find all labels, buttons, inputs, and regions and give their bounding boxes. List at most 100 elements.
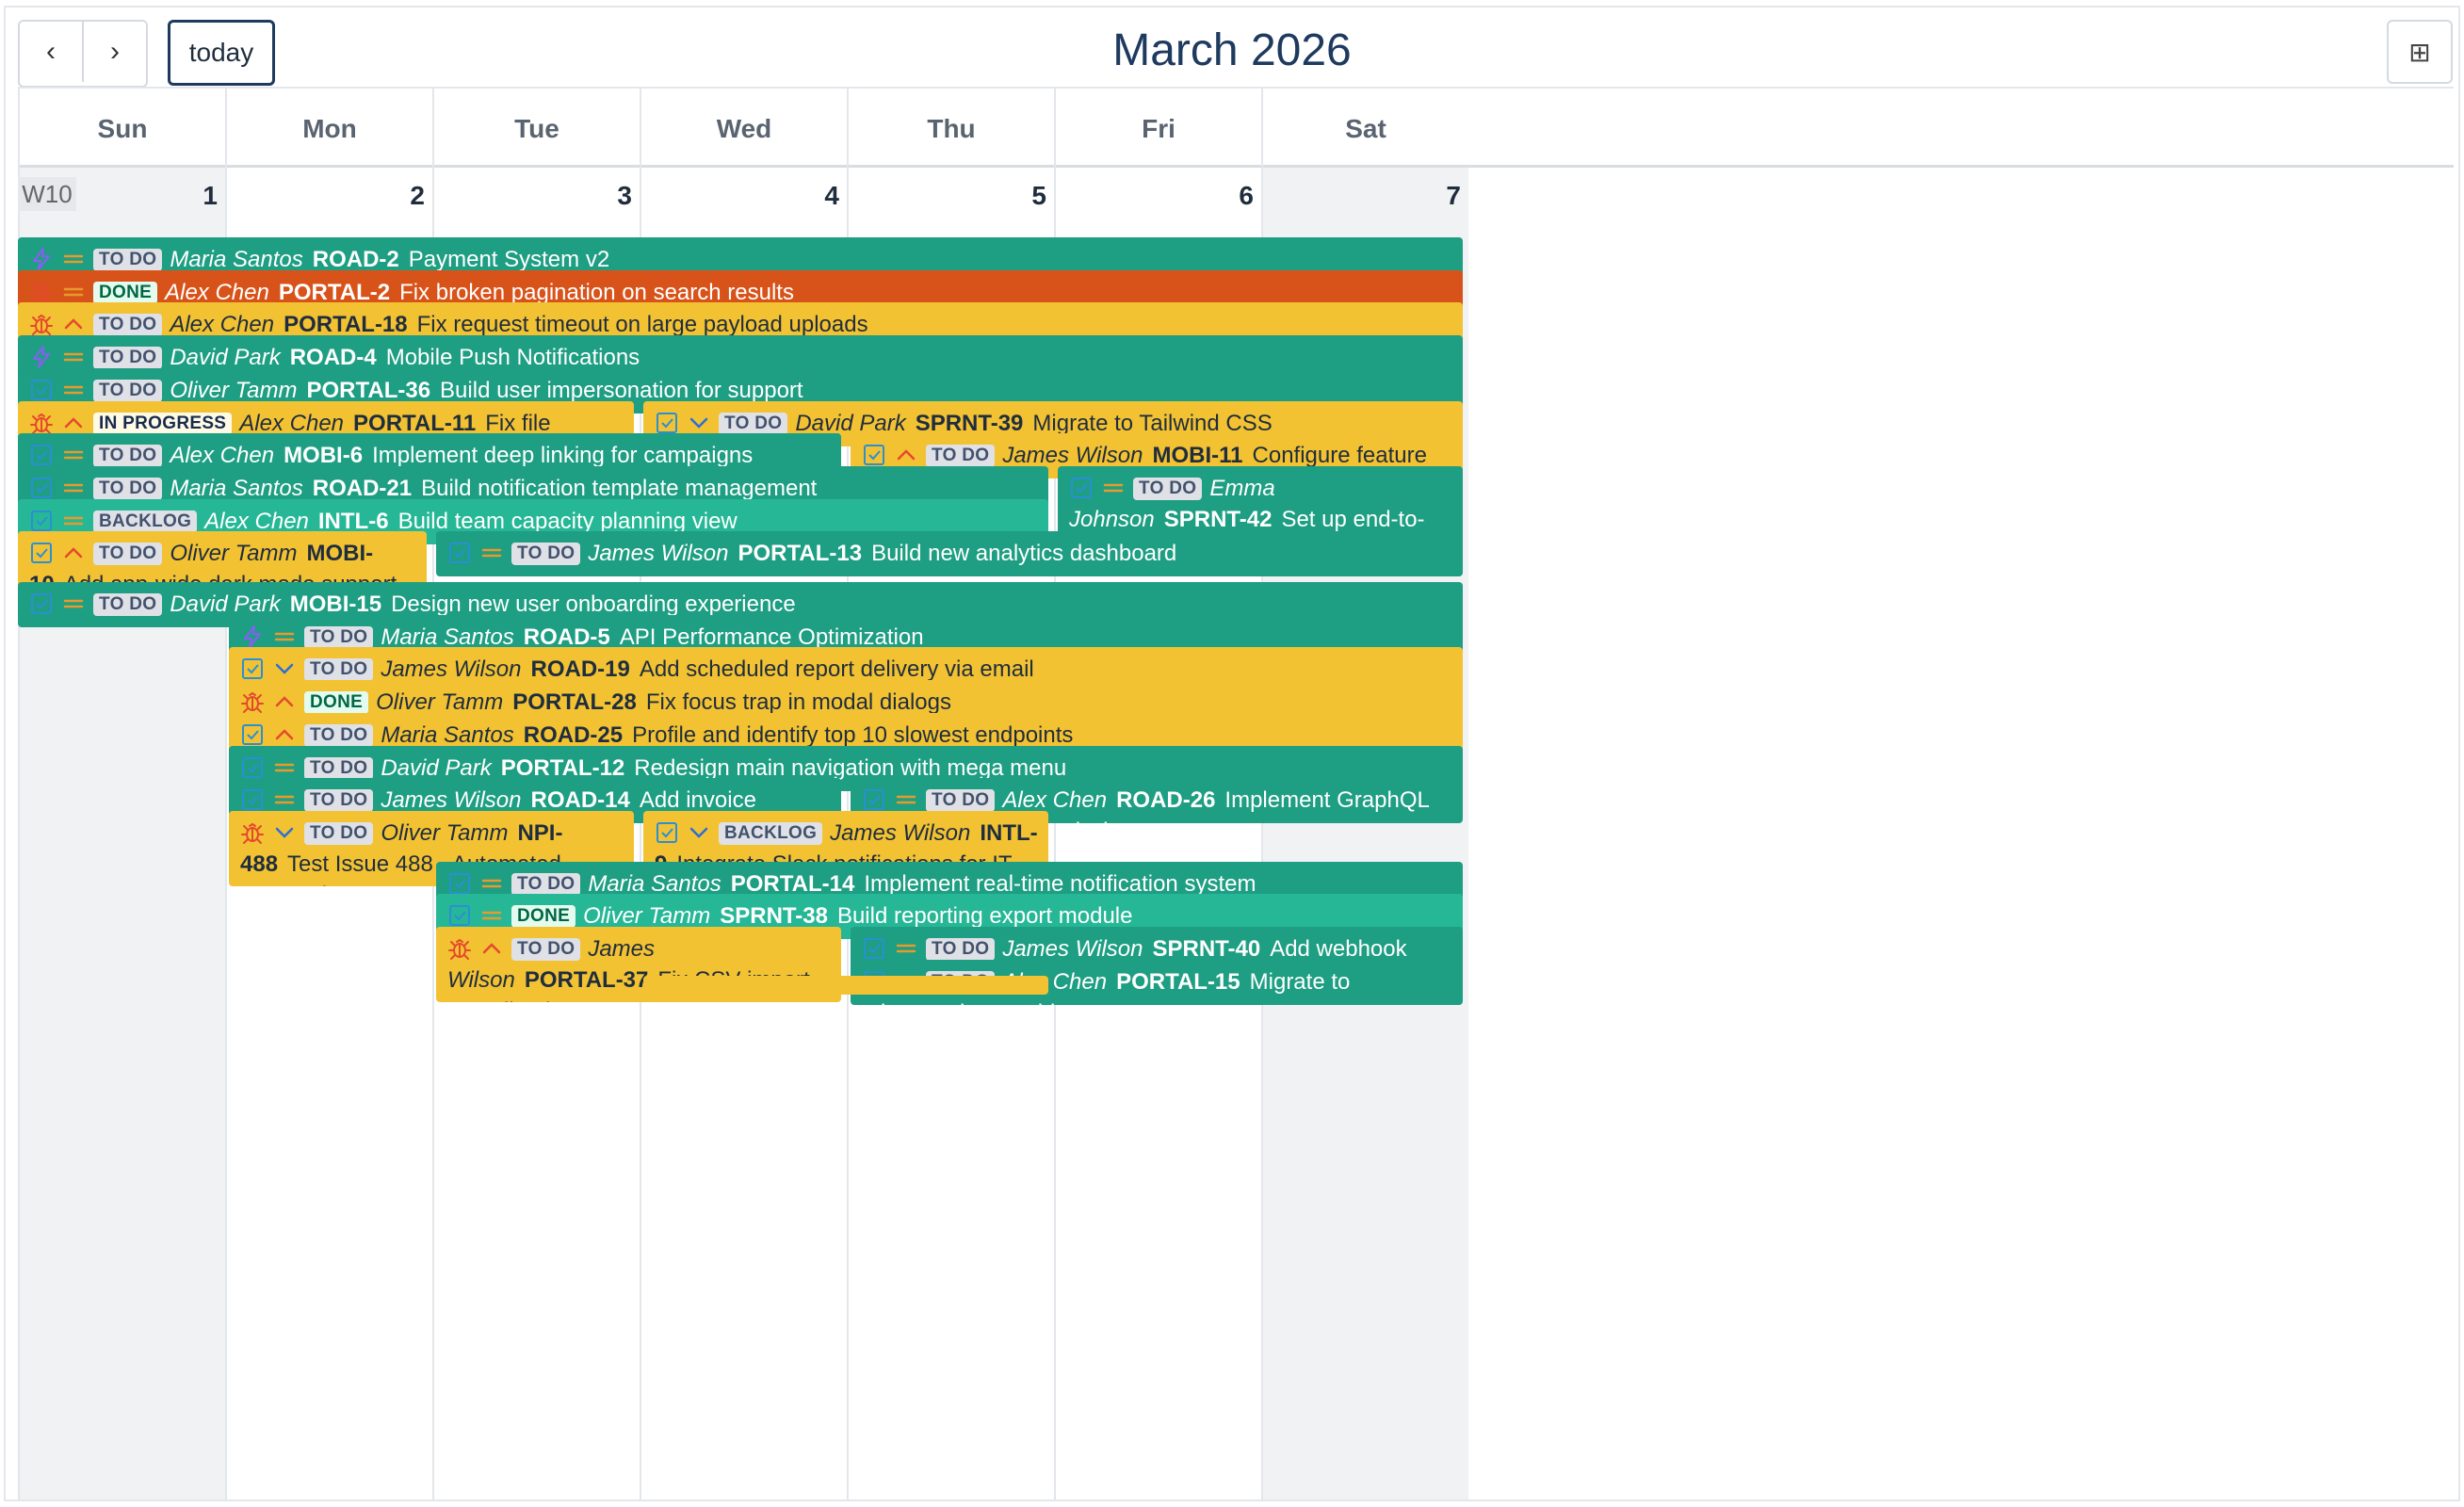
issue-key: ROAD-26 [1116,787,1216,814]
weekday-fri: Fri [1054,89,1261,170]
priority-medium-icon [274,763,295,771]
calendar-event[interactable]: TO DO James Wilson PORTAL-13 Build new anal… [436,531,1463,577]
priority-low-icon [689,417,708,429]
calendar-event[interactable] [643,976,1048,996]
priority-high-icon [275,729,294,740]
issue-summary: Fix broken pagination on search results [399,279,794,305]
issue-key: INTL-6 [317,508,389,534]
calendar-title: March 2026 [1112,25,1352,75]
weekday-sun: Sun [18,89,225,170]
task-icon [864,445,884,466]
issue-key: SPRNT-40 [1152,936,1261,963]
assignee-name: Oliver Tamm [583,903,711,930]
task-icon [31,510,52,531]
issue-summary: Fix request timeout on large payload upl… [416,312,868,338]
priority-medium-icon [1103,483,1124,493]
issue-key: MOBI-11 [1152,443,1243,469]
task-icon [864,789,884,811]
assignee-name: David Park [170,345,281,371]
week-grid: Sun Mon Tue Wed Thu Fri Sat W10 1 2 3 4 5 6 7 TO DO Ma… [18,87,2454,1499]
issue-summary: Mobile Push Notifications [385,345,640,371]
issue-key: PORTAL-28 [512,689,637,716]
day-number[interactable]: 2 [225,181,425,211]
status-badge: DONE [304,691,369,715]
grid-icon[interactable]: ⊞ [2387,20,2453,84]
issue-key: PORTAL-36 [306,377,431,403]
priority-medium-icon [63,516,84,525]
assignee-name: Alex Chen [239,410,345,436]
issue-summary: Migrate to Tailwind CSS [1032,410,1273,436]
priority-medium-icon [274,632,295,641]
assignee-name: Maria Santos [588,870,721,897]
assignee-name: Alex Chen [170,443,275,469]
status-badge: TO DO [93,379,163,402]
day-number[interactable]: 1 [18,181,218,211]
task-icon [242,658,263,680]
priority-medium-icon [481,549,502,558]
priority-high-icon [897,449,916,461]
day-number[interactable]: 3 [432,181,632,211]
issue-summary: Implement real-time notification system [864,870,1256,897]
assignee-name: Maria Santos [170,475,303,501]
issue-key: SPRNT-39 [915,410,1024,436]
assignee-name: Alex Chen [165,279,269,305]
assignee-name: Maria Santos [170,247,303,272]
issue-key: PORTAL-2 [278,279,391,305]
issue-key: PORTAL-12 [500,754,625,781]
issue-summary: Payment System v2 [408,247,610,272]
day-number[interactable]: 7 [1261,181,1461,211]
issue-summary: Implement deep linking for campaigns [372,443,754,469]
status-badge: BACKLOG [719,821,823,845]
assignee-name: Oliver Tamm [381,819,509,846]
assignee-name: James Wilson [830,819,971,846]
calendar-event[interactable]: TO DOEmma JohnsonSPRNT-42Set up end-to-e… [1058,465,1463,542]
priority-medium-icon [63,254,84,264]
bug-icon [30,282,53,303]
status-badge: TO DO [93,543,163,566]
day-number[interactable]: 6 [1054,181,1254,211]
issue-summary: Build user impersonation for support [440,377,803,403]
day-number[interactable]: 4 [640,181,839,211]
bug-icon [241,691,264,714]
assignee-name: David Park [795,410,906,436]
day-number[interactable]: 5 [847,181,1046,211]
assignee-name: David Park [381,754,492,781]
status-badge: TO DO [304,821,374,845]
assignee-name: Maria Santos [381,624,514,650]
bug-icon [30,413,53,434]
issue-key: ROAD-21 [312,475,413,501]
status-badge: TO DO [304,625,374,649]
task-icon [242,756,263,778]
priority-medium-icon [63,385,84,395]
weekday-tue: Tue [432,89,640,170]
issue-key: SPRNT-42 [1163,506,1273,532]
priority-low-icon [275,827,294,838]
issue-summary: Redesign main navigation with mega menu [634,754,1067,781]
status-badge: DONE [511,905,576,929]
status-badge: TO DO [304,658,374,682]
status-badge: TO DO [511,872,581,896]
assignee-name: Alex Chen [204,508,309,534]
bug-icon [448,938,471,961]
calendar: ‹ › today March 2026 ⊞ Sun Mon Tue Wed Thu Fr… [4,6,2460,1501]
epic-icon [33,346,50,369]
issue-key: MOBI-15 [289,591,382,618]
task-icon [864,938,884,960]
status-badge: TO DO [304,723,374,747]
status-badge: TO DO [93,347,163,370]
status-badge: TO DO [926,445,996,468]
issue-key: PORTAL-11 [353,410,477,436]
assignee-name: Oliver Tamm [170,377,298,403]
assignee-name: Maria Santos [381,721,514,748]
assignee-name: James Wilson [1002,443,1143,469]
issue-summary: Fix focus trap in modal dialogs [645,689,951,716]
priority-medium-icon [63,450,84,460]
issue-key: PORTAL-18 [284,312,408,338]
assignee-name: Oliver Tamm [170,541,298,567]
assignee-name: James Wilson [381,787,522,814]
status-badge: DONE [93,281,158,304]
priority-high-icon [482,943,501,954]
epic-icon [33,248,50,270]
priority-medium-icon [63,287,84,296]
bug-icon [241,822,264,844]
